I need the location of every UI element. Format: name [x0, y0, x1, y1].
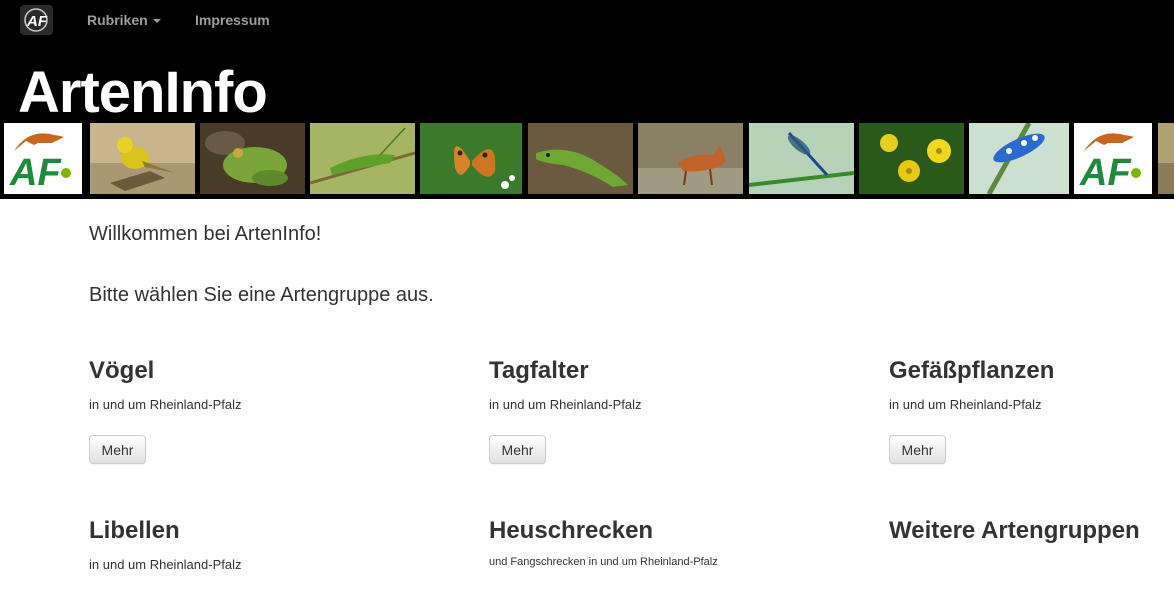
nav-impressum-label: Impressum	[195, 12, 270, 28]
more-button-tagfalter[interactable]: Mehr	[489, 435, 546, 464]
damselfly-banner-image	[749, 123, 854, 194]
group-subtitle-voegel: in und um Rheinland-Pfalz	[89, 397, 242, 412]
group-title-weitere: Weitere Artengruppen	[889, 517, 1140, 544]
svg-text:AF: AF	[1079, 152, 1132, 194]
caret-down-icon	[152, 19, 161, 24]
group-subtitle-gefaesspflanzen: in und um Rheinland-Pfalz	[889, 397, 1042, 412]
butterfly-banner-image	[420, 123, 522, 194]
beetle-banner-image	[969, 123, 1069, 194]
group-title-heuschrecken: Heuschrecken	[489, 517, 654, 544]
group-title-libellen: Libellen	[89, 517, 180, 544]
af-logo-icon[interactable]: AF	[20, 5, 53, 35]
more-button-voegel[interactable]: Mehr	[89, 435, 146, 464]
group-title-tagfalter: Tagfalter	[489, 357, 589, 384]
nav-rubriken-dropdown[interactable]: Rubriken	[87, 12, 161, 28]
group-title-voegel: Vögel	[89, 357, 155, 384]
svg-text:AF: AF	[9, 152, 62, 194]
svg-text:AF: AF	[26, 13, 48, 30]
welcome-text: Willkommen bei ArtenInfo!	[89, 223, 322, 245]
group-title-gefaesspflanzen: Gefäßpflanzen	[889, 357, 1055, 384]
partial-banner-image	[1158, 123, 1174, 194]
main-content: Willkommen bei ArtenInfo! Bitte wählen S…	[0, 199, 1174, 595]
nav-rubriken-label: Rubriken	[87, 12, 148, 28]
lizard-banner-image	[528, 123, 633, 194]
more-button-gefaesspflanzen[interactable]: Mehr	[889, 435, 946, 464]
group-subtitle-tagfalter: in und um Rheinland-Pfalz	[489, 397, 642, 412]
af-logo-banner-image: AF	[4, 123, 82, 194]
banner-image-strip: AF AF	[0, 123, 1174, 196]
grasshopper-banner-image	[310, 123, 415, 194]
frog-banner-image	[200, 123, 305, 194]
flowers-banner-image	[859, 123, 964, 194]
select-prompt: Bitte wählen Sie eine Artengruppe aus.	[89, 284, 434, 306]
site-title[interactable]: ArtenInfo	[18, 58, 268, 128]
group-subtitle-heuschrecken: und Fangschrecken in und um Rheinland-Pf…	[489, 556, 718, 568]
af-logo-banner-image-2: AF	[1074, 123, 1152, 194]
header-bar: AF Rubriken Impressum ArtenInfo AF AF	[0, 0, 1174, 199]
fox-banner-image	[638, 123, 743, 194]
bird-banner-image	[90, 123, 195, 194]
nav-impressum-link[interactable]: Impressum	[195, 12, 270, 28]
group-subtitle-libellen: in und um Rheinland-Pfalz	[89, 557, 242, 572]
